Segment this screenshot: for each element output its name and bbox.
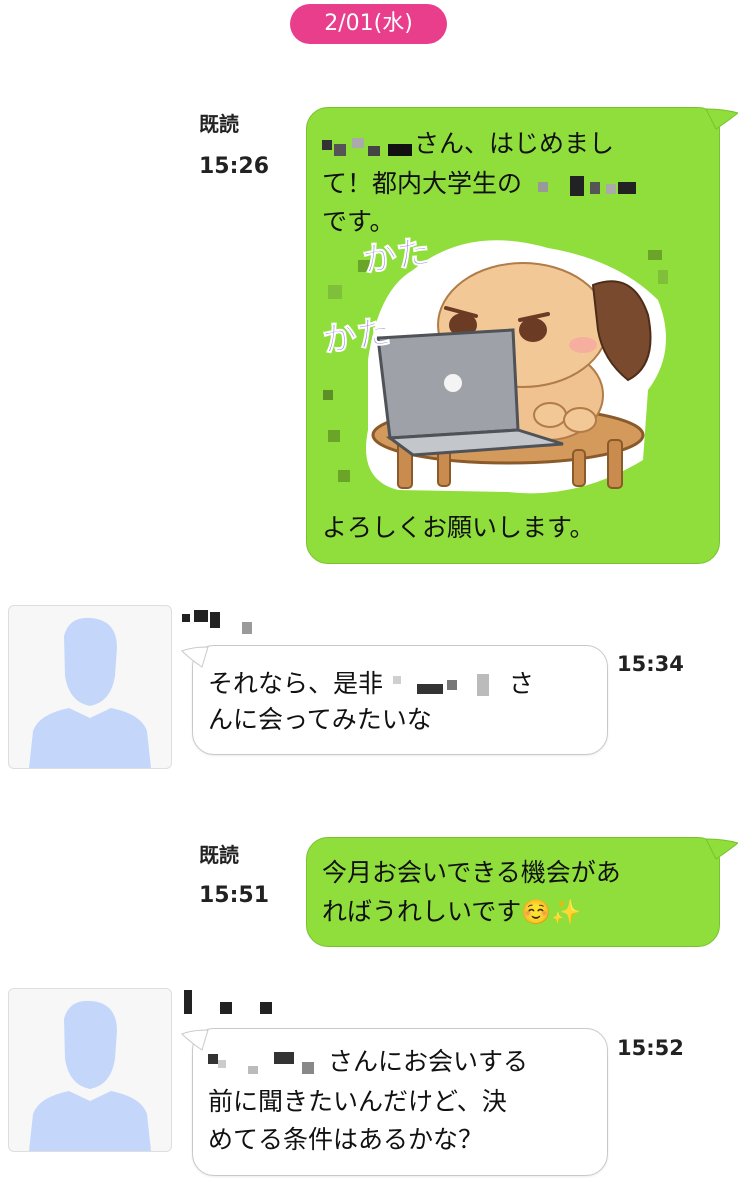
message-text-line: 前に聞きたいんだけど、決: [208, 1087, 507, 1116]
bubble-tail: [181, 1029, 209, 1051]
message-text-line: 今月お会いできる機会があ: [322, 858, 621, 887]
person-silhouette-icon: [29, 1000, 151, 1151]
message-time: 15:26: [199, 154, 270, 179]
dog-typing-laptop-sticker: かた かた: [318, 230, 690, 505]
message-text-line: んに会ってみたいな: [208, 705, 432, 734]
bubble-tail: [705, 108, 738, 130]
avatar[interactable]: [8, 988, 172, 1152]
message-time: 15:52: [617, 1036, 684, 1060]
message-text: さん、はじめまし: [414, 129, 615, 158]
avatar[interactable]: [8, 605, 172, 769]
redacted-name: [391, 674, 501, 696]
message-time: 15:34: [617, 652, 684, 676]
redacted-name: [208, 1052, 328, 1074]
sender-name-redacted: [182, 610, 292, 638]
sender-name-redacted: [182, 990, 292, 1018]
message-text-line: さん、はじめまし: [322, 124, 614, 164]
read-receipt: 既読: [199, 843, 239, 867]
bubble-tail: [181, 646, 209, 668]
message-text-line: それなら、是非 さ: [208, 664, 534, 704]
smile-sparkles-emoji: ☺️✨: [521, 898, 582, 926]
message-text-line: さんにお会いする: [208, 1042, 528, 1082]
message-time: 15:51: [199, 883, 270, 908]
message-text-line: て！都内大学生の: [322, 164, 640, 204]
redacted-name: [530, 174, 640, 196]
message-text-line: ればうれしいです☺️✨: [322, 892, 581, 932]
read-receipt: 既読: [199, 112, 239, 136]
message-text: さんにお会いする: [328, 1047, 529, 1076]
message-text: さ: [508, 669, 534, 698]
message-text: ればうれしいです: [322, 897, 522, 926]
date-separator: 2/01(水): [290, 4, 447, 44]
message-text: それなら、是非: [208, 669, 384, 698]
bubble-tail: [705, 838, 738, 860]
redacted-name: [322, 134, 414, 156]
message-text-line: よろしくお願いします。: [322, 513, 595, 542]
message-text: て！都内大学生の: [322, 169, 523, 198]
message-text-line: めてる条件はあるかな？: [208, 1125, 484, 1154]
person-silhouette-icon: [29, 617, 151, 768]
